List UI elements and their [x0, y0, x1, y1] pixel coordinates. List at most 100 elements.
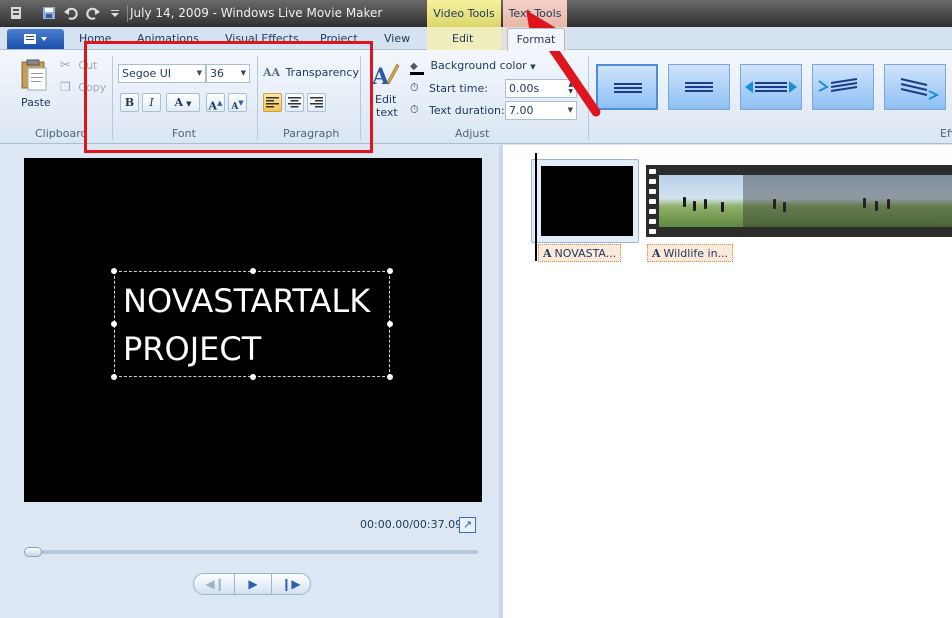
expand-icon: ↗ — [462, 518, 473, 531]
start-time-value: 0.00s — [509, 82, 540, 95]
playback-controls: ◀❙ ▶ ❙▶ — [193, 573, 311, 595]
save-icon[interactable] — [41, 5, 57, 21]
app-menu-icon[interactable] — [8, 5, 24, 21]
chevron-down-icon: ▼ — [567, 106, 573, 114]
text-caption-icon: A — [652, 247, 661, 260]
start-time-label: Start time: — [429, 82, 488, 95]
bird-shape — [721, 202, 724, 212]
tab-format[interactable]: Format — [507, 28, 565, 51]
app-menu-icon — [23, 34, 47, 44]
resize-handle[interactable] — [111, 374, 117, 380]
start-time-spinner[interactable]: 0.00s ▲ ▼ — [505, 79, 577, 98]
next-frame-button[interactable]: ❙▶ — [274, 574, 308, 594]
background-color-label: Background color — [430, 59, 527, 72]
resize-handle[interactable] — [250, 374, 256, 380]
bird-shape — [693, 201, 696, 211]
effect-scroll[interactable] — [668, 64, 730, 110]
film-sprocket — [649, 199, 656, 204]
spinner-arrows-icon: ▲ ▼ — [568, 81, 573, 95]
text-caption-icon: A — [543, 247, 552, 260]
text-tools-context: Text Tools — [503, 0, 567, 27]
bird-shape — [875, 201, 878, 211]
paint-bucket-icon: ◆ — [410, 62, 424, 75]
resize-handle[interactable] — [387, 268, 393, 274]
film-sprocket — [649, 169, 656, 174]
play-button[interactable]: ▶ — [234, 574, 272, 594]
video-clip[interactable] — [646, 165, 952, 237]
svg-text:A: A — [371, 64, 390, 90]
paste-label: Paste — [21, 96, 51, 109]
resize-handle[interactable] — [387, 374, 393, 380]
window-title: July 14, 2009 - Windows Live Movie Maker — [130, 6, 383, 20]
caption-tag-video[interactable]: A Wildlife in... — [647, 244, 734, 262]
undo-icon[interactable] — [63, 5, 79, 21]
previous-frame-button[interactable]: ◀❙ — [198, 574, 232, 594]
edit-text-button[interactable]: A Edit text — [370, 60, 402, 120]
film-sprocket — [649, 219, 656, 224]
bird-shape — [704, 199, 707, 209]
caption-tag-title[interactable]: A NOVASTA... — [538, 244, 622, 262]
effect-fly-in[interactable] — [812, 64, 874, 110]
caption-line-2: PROJECT — [123, 330, 262, 368]
stopwatch-icon: ⏱ — [410, 81, 419, 94]
timecode: 00:00.00/00:37.09 — [360, 518, 463, 531]
bird-shape — [863, 198, 866, 208]
effect-lines-icon — [614, 83, 642, 93]
adjust-group-label: Adjust — [455, 127, 490, 140]
paste-button[interactable]: Paste — [18, 58, 52, 110]
play-icon: ▶ — [248, 577, 258, 591]
text-duration-value: 7.00 — [509, 104, 534, 117]
annotation-highlight-box — [84, 41, 373, 153]
caption-line-1: NOVASTARTALK — [123, 282, 371, 320]
background-color-button[interactable]: ◆ Background color ▼ — [410, 59, 536, 75]
copy-icon: ❐ — [60, 80, 71, 94]
resize-handle[interactable] — [111, 268, 117, 274]
effect-stretch-icon — [745, 81, 797, 93]
redo-icon[interactable] — [85, 5, 101, 21]
tab-edit[interactable]: Edit — [452, 32, 473, 45]
chevron-down-icon: ▼ — [530, 63, 536, 71]
seek-thumb[interactable] — [24, 547, 42, 557]
video-frame-thumbnail — [659, 175, 743, 227]
film-sprocket — [649, 179, 656, 184]
effect-none[interactable] — [596, 64, 658, 110]
next-frame-icon: ❙▶ — [281, 577, 301, 591]
effect-lines-icon — [685, 82, 713, 92]
effects-group-label: Eff — [940, 127, 952, 140]
bird-shape — [773, 199, 776, 209]
previous-frame-icon: ◀❙ — [205, 577, 225, 591]
scissors-icon: ✂ — [60, 58, 71, 73]
tab-view[interactable]: View — [384, 32, 410, 45]
caption-text-box[interactable]: NOVASTARTALK PROJECT — [111, 268, 393, 380]
effect-fly-in-icon — [818, 78, 858, 92]
stopwatch-icon: ⏱ — [410, 103, 419, 116]
text-duration-combo[interactable]: 7.00 ▼ — [505, 101, 577, 120]
title-bar: July 14, 2009 - Windows Live Movie Maker… — [0, 0, 952, 27]
effect-swing[interactable] — [884, 64, 946, 110]
edit-text-icon: A — [371, 63, 400, 90]
caption-tag-video-text: Wildlife in... — [663, 247, 729, 260]
seek-bar[interactable] — [24, 550, 478, 554]
title-clip[interactable] — [531, 159, 639, 243]
video-frame-thumbnail — [839, 175, 935, 227]
edit-text-label-line1: Edit — [375, 93, 397, 106]
group-separator — [588, 56, 589, 140]
resize-handle[interactable] — [111, 321, 117, 327]
video-tools-context: Video Tools — [427, 0, 501, 27]
playhead[interactable] — [535, 153, 537, 261]
resize-handle[interactable] — [250, 268, 256, 274]
film-sprocket — [649, 189, 656, 194]
film-sprocket — [649, 209, 656, 214]
storyboard: A NOVASTA... A Wildlife in... — [503, 145, 952, 618]
workspace: NOVASTARTALK PROJECT 00:00.00/00:37.09 ↗… — [0, 145, 952, 618]
caption-tag-title-text: NOVASTA... — [554, 247, 617, 260]
resize-handle[interactable] — [387, 321, 393, 327]
text-duration-label: Text duration: — [429, 104, 505, 117]
bird-shape — [683, 197, 686, 207]
film-sprocket — [649, 229, 656, 234]
effect-stretch[interactable] — [740, 64, 802, 110]
fullscreen-button[interactable]: ↗ — [459, 517, 476, 533]
application-menu-button[interactable] — [7, 29, 64, 49]
video-preview[interactable]: NOVASTARTALK PROJECT — [24, 158, 482, 502]
customize-toolbar-icon[interactable] — [107, 5, 123, 21]
